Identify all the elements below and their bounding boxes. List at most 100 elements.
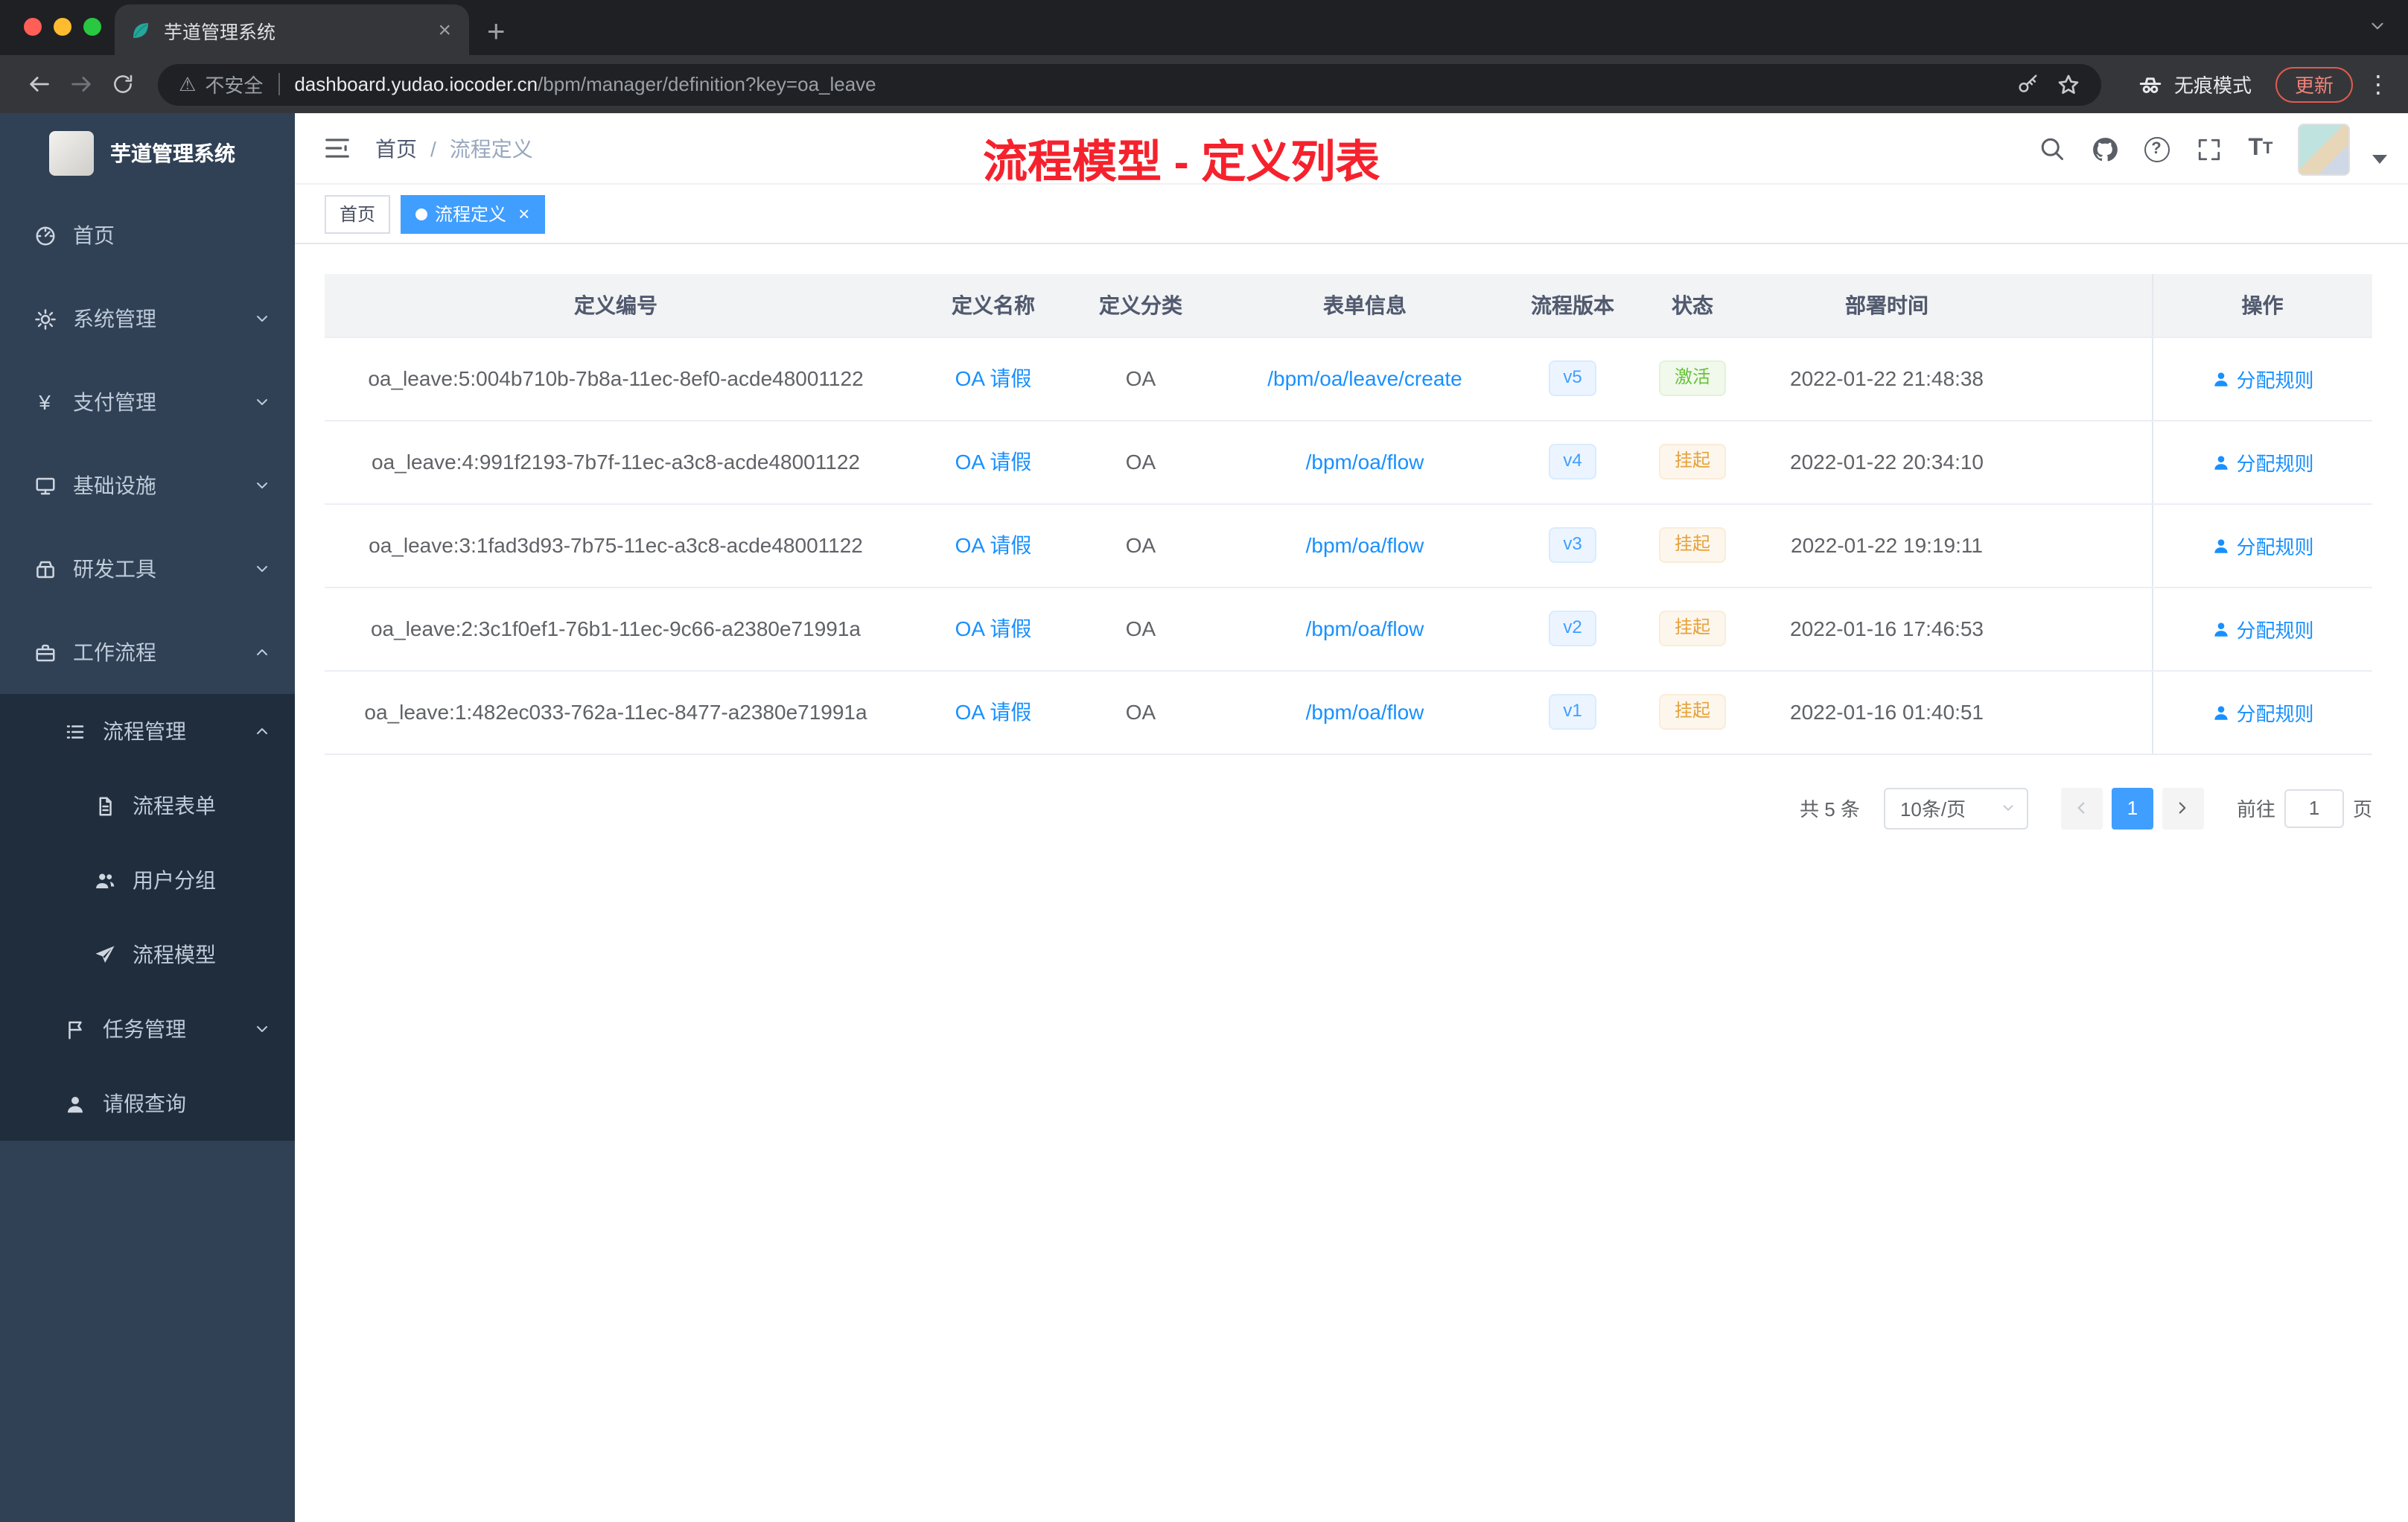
form-info-link[interactable]: /bpm/oa/leave/create <box>1267 366 1462 390</box>
sidebar-item-label: 基础设施 <box>73 474 156 497</box>
help-icon[interactable]: ? <box>2141 134 2171 164</box>
assign-rule-label: 分配规则 <box>2236 452 2314 474</box>
user-avatar[interactable] <box>2298 123 2350 175</box>
definition-name-link[interactable]: OA 请假 <box>955 617 1032 640</box>
breadcrumb-current: 流程定义 <box>449 136 533 160</box>
assign-rule-link[interactable]: 分配规则 <box>2211 531 2314 559</box>
form-info-link[interactable]: /bpm/oa/flow <box>1306 450 1424 474</box>
monitor-icon <box>33 474 57 497</box>
zoom-window-button[interactable] <box>83 18 101 36</box>
definition-name-link[interactable]: OA 请假 <box>955 366 1032 390</box>
sidebar-item-process-management[interactable]: 流程管理 <box>0 694 295 768</box>
deploy-time: 2022-01-16 01:40:51 <box>1768 670 2006 754</box>
breadcrumb: 首页 / 流程定义 <box>375 133 533 163</box>
chevron-up-icon <box>253 722 271 740</box>
column-header-time: 部署时间 <box>1768 274 2006 337</box>
tag-home[interactable]: 首页 <box>325 194 391 233</box>
sidebar-item-task-management[interactable]: 任务管理 <box>0 992 295 1066</box>
person-icon <box>2211 452 2230 471</box>
sidebar: 芋道管理系统 首页 系统管理 ¥ 支付管理 基础设施 研发工具 工作流程 流程管… <box>0 113 295 1522</box>
search-icon[interactable] <box>2037 134 2067 164</box>
sidebar-item-leave-query[interactable]: 请假查询 <box>0 1066 295 1141</box>
sidebar-item-devtools[interactable]: 研发工具 <box>0 527 295 611</box>
table-row: oa_leave:1:482ec033-762a-11ec-8477-a2380… <box>325 670 2372 754</box>
new-tab-button[interactable]: + <box>487 16 506 48</box>
dashboard-icon <box>33 223 57 247</box>
assign-rule-link[interactable]: 分配规则 <box>2211 698 2314 726</box>
assign-rule-link[interactable]: 分配规则 <box>2211 614 2314 643</box>
form-info-link[interactable]: /bpm/oa/flow <box>1306 700 1424 724</box>
sidebar-item-payment[interactable]: ¥ 支付管理 <box>0 360 295 444</box>
sidebar-item-infrastructure[interactable]: 基础设施 <box>0 444 295 527</box>
tab-search-icon[interactable] <box>2368 16 2387 36</box>
table-row: oa_leave:4:991f2193-7b7f-11ec-a3c8-acde4… <box>325 420 2372 504</box>
close-window-button[interactable] <box>24 18 42 36</box>
sidebar-item-home[interactable]: 首页 <box>0 194 295 277</box>
document-icon <box>92 794 116 818</box>
window-controls[interactable] <box>24 18 101 36</box>
tab-close-icon[interactable]: × <box>435 17 454 42</box>
browser-menu-icon[interactable]: ⋮ <box>2366 69 2390 99</box>
active-tag-dot <box>415 208 428 220</box>
column-header-action: 操作 <box>2151 274 2372 337</box>
definition-name-link[interactable]: OA 请假 <box>955 700 1032 724</box>
person-icon <box>63 1092 86 1115</box>
sidebar-item-user-group[interactable]: 用户分组 <box>0 843 295 917</box>
assign-rule-link[interactable]: 分配规则 <box>2211 448 2314 476</box>
top-navbar: 首页 / 流程定义 流程模型 - 定义列表 ? TT <box>295 113 2408 188</box>
github-icon[interactable] <box>2089 134 2119 164</box>
security-label[interactable]: 不安全 <box>205 70 263 98</box>
forward-icon[interactable] <box>60 63 101 105</box>
bookmark-star-icon[interactable] <box>2057 72 2080 96</box>
reload-icon[interactable] <box>101 63 143 105</box>
sidebar-item-label: 流程表单 <box>133 794 216 818</box>
assign-rule-link[interactable]: 分配规则 <box>2211 364 2314 392</box>
users-icon <box>92 868 116 892</box>
sidebar-item-label: 工作流程 <box>73 640 156 664</box>
definition-id: oa_leave:1:482ec033-762a-11ec-8477-a2380… <box>325 670 907 754</box>
form-info-link[interactable]: /bpm/oa/flow <box>1306 617 1424 640</box>
browser-tab[interactable]: 芋道管理系统 × <box>115 4 469 55</box>
prev-page-button[interactable] <box>2060 787 2103 829</box>
sidebar-toggle-icon[interactable] <box>323 134 351 162</box>
page-size-select[interactable]: 10条/页 <box>1883 787 2028 829</box>
goto-page-input[interactable] <box>2284 789 2344 827</box>
breadcrumb-separator: / <box>430 136 436 160</box>
avatar-caret-icon[interactable] <box>2372 155 2387 164</box>
version-tag: v2 <box>1548 611 1597 646</box>
sidebar-item-label: 支付管理 <box>73 390 156 414</box>
sidebar-item-process-form[interactable]: 流程表单 <box>0 768 295 843</box>
definition-name-link[interactable]: OA 请假 <box>955 533 1032 557</box>
workflow-submenu: 流程管理 流程表单 用户分组 流程模型 任务管理 请假查询 <box>0 694 295 1141</box>
url-omnibox[interactable]: ⚠ 不安全 dashboard.yudao.iocoder.cn/bpm/man… <box>158 63 2101 105</box>
sidebar-item-workflow[interactable]: 工作流程 <box>0 611 295 694</box>
tag-process-definition[interactable]: 流程定义 × <box>401 194 545 233</box>
sidebar-item-label: 系统管理 <box>73 307 156 331</box>
next-page-button[interactable] <box>2162 787 2204 829</box>
page-unit-label: 页 <box>2352 798 2372 821</box>
chevron-up-icon <box>253 643 271 661</box>
minimize-window-button[interactable] <box>54 18 71 36</box>
definition-category: OA <box>1080 420 1202 504</box>
page-1-button[interactable]: 1 <box>2111 787 2153 829</box>
main-area: 首页 / 流程定义 流程模型 - 定义列表 ? TT 首页 流程定义 × 定义编… <box>295 113 2408 1522</box>
column-header-form: 表单信息 <box>1202 274 1528 337</box>
font-size-icon[interactable]: TT <box>2246 134 2275 164</box>
definition-name-link[interactable]: OA 请假 <box>955 450 1032 474</box>
chevron-down-icon <box>2000 800 2016 816</box>
definition-category: OA <box>1080 337 1202 421</box>
sidebar-item-process-model[interactable]: 流程模型 <box>0 917 295 992</box>
form-info-link[interactable]: /bpm/oa/flow <box>1306 533 1424 557</box>
chrome-update-button[interactable]: 更新 <box>2275 66 2353 102</box>
sidebar-item-system[interactable]: 系统管理 <box>0 277 295 360</box>
back-icon[interactable] <box>18 63 60 105</box>
password-key-icon[interactable] <box>2016 73 2039 95</box>
fullscreen-icon[interactable] <box>2194 134 2223 164</box>
update-label: 更新 <box>2294 74 2334 97</box>
sidebar-logo[interactable]: 芋道管理系统 <box>0 113 295 194</box>
assign-rule-label: 分配规则 <box>2236 369 2314 391</box>
person-icon <box>2211 619 2230 638</box>
tag-close-icon[interactable]: × <box>518 203 529 225</box>
breadcrumb-home[interactable]: 首页 <box>375 133 417 163</box>
incognito-label: 无痕模式 <box>2173 74 2252 97</box>
